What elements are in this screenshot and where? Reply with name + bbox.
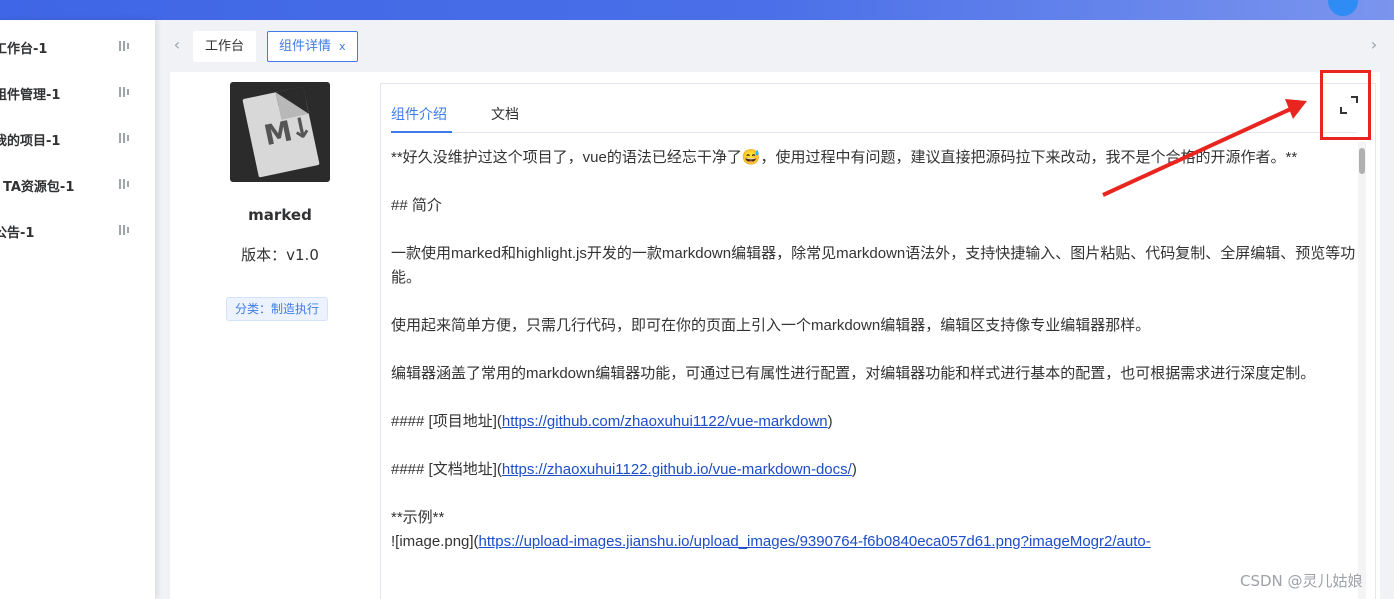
sidebar-item-label: 组件管理-1 [0,87,61,103]
component-logo: M↓ [230,82,330,182]
chevron-left-icon[interactable]: ‹ [168,34,186,56]
drag-handle-icon[interactable] [119,87,131,99]
chevron-right-icon[interactable]: › [1365,34,1383,56]
md-text: #### [项目地址]( [391,413,502,430]
docs-link[interactable]: https://zhaoxuhui1122.github.io/vue-mark… [502,461,852,478]
tab-docs[interactable]: 文档 [491,104,519,124]
sidebar-item-components[interactable]: 组件管理-1 [0,70,155,116]
logo-text: M↓ [261,110,315,153]
sidebar-item-label: 工作台-1 [0,41,48,57]
sidebar-item-workbench[interactable]: 工作台-1 [0,24,155,70]
md-paragraph: **示例** [391,509,445,526]
category-tag: 分类：制造执行 [226,297,329,321]
annotation-arrow-icon [1102,99,1307,197]
drag-handle-icon[interactable] [119,225,131,237]
md-text: ) [851,461,857,478]
md-link-line: #### [文档地址](https://zhaoxuhui1122.github… [391,458,1359,482]
sidebar-item-my-projects[interactable]: 我的项目-1 [0,116,155,162]
md-text: ![image.png]( [391,533,479,550]
tab-component-detail[interactable]: 组件详情 x [267,31,358,62]
md-link-line: #### [项目地址](https://github.com/zhaoxuhui… [391,410,1359,434]
annotation-highlight-box [1320,70,1371,140]
tab-workbench[interactable]: 工作台 [193,31,257,62]
drag-handle-icon[interactable] [119,41,131,53]
watermark: CSDN @灵儿姑娘 [1240,572,1363,590]
md-text: ) [827,413,833,430]
md-paragraph: 一款使用marked和highlight.js开发的一款markdown编辑器，… [391,245,1356,286]
sidebar-item-announcements[interactable]: 公告-1 [0,208,155,254]
drag-handle-icon[interactable] [119,179,131,191]
tab-bar: ‹ 工作台 组件详情 x › [155,20,1394,72]
markdown-file-icon: M↓ [242,86,320,178]
top-header-bar [0,0,1394,20]
sidebar-item-label: 公告-1 [0,225,35,241]
project-link[interactable]: https://github.com/zhaoxuhui1122/vue-mar… [502,413,828,430]
drag-handle-icon[interactable] [119,133,131,145]
md-paragraph: 使用起来简单方便，只需几行代码，即可在你的页面上引入一个markdown编辑器，… [391,317,1151,334]
tab-label: 组件详情 [279,39,332,54]
md-link-line: ![image.png](https://upload-images.jians… [391,530,1359,554]
md-text: #### [文档地址]( [391,461,502,478]
component-name: marked [248,206,312,224]
close-icon[interactable]: x [339,40,346,53]
component-version: 版本：v1.0 [241,246,319,264]
tab-label: 工作台 [205,39,245,54]
sidebar-item-ta-resources[interactable]: TA资源包-1 [0,162,155,208]
tab-component-intro[interactable]: 组件介绍 [391,104,447,124]
sidebar-item-label: 我的项目-1 [0,133,61,149]
md-paragraph: 编辑器涵盖了常用的markdown编辑器功能，可通过已有属性进行配置，对编辑器功… [391,365,1316,382]
scrollbar[interactable] [1358,142,1366,599]
sidebar: 工作台-1 组件管理-1 我的项目-1 TA资源包-1 公告-1 [0,20,155,599]
image-link[interactable]: https://upload-images.jianshu.io/upload_… [479,533,1151,550]
scrollbar-thumb[interactable] [1359,148,1365,174]
sidebar-item-label: TA资源包-1 [3,179,75,195]
avatar[interactable] [1328,0,1358,16]
